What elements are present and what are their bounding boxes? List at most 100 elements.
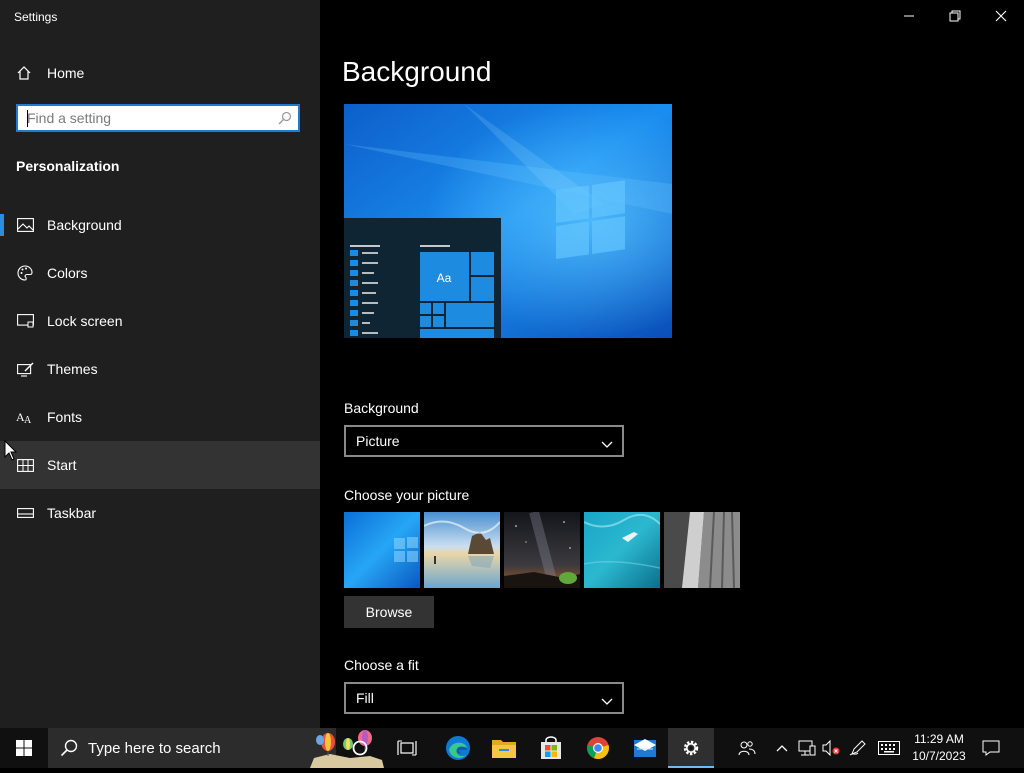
sidebar-item-label: Lock screen	[47, 313, 123, 329]
task-view-icon	[397, 740, 417, 756]
minimize-button[interactable]	[886, 0, 932, 32]
taskbar: Type here to search 11:29 AM 10/7/2023	[0, 728, 1024, 768]
picture-thumb-rock-cliff[interactable]	[664, 512, 740, 588]
picture-icon	[16, 218, 34, 232]
desktop-preview: Aa	[344, 104, 672, 338]
window-controls	[886, 0, 1024, 32]
network-button[interactable]	[797, 728, 817, 768]
start-layout-icon	[16, 458, 34, 472]
edge-button[interactable]	[435, 728, 481, 768]
find-setting-search[interactable]	[16, 104, 300, 132]
store-icon	[541, 736, 561, 759]
taskbar-search-text: Type here to search	[88, 740, 221, 757]
show-hidden-icons-button[interactable]	[775, 728, 789, 768]
sidebar-item-themes[interactable]: Themes	[0, 345, 320, 393]
folder-icon	[492, 740, 516, 758]
background-type-dropdown[interactable]: Picture	[344, 425, 624, 457]
section-title: Personalization	[16, 158, 120, 174]
picture-thumbnails	[344, 512, 740, 588]
sidebar-item-label: Colors	[47, 265, 88, 281]
choose-fit-label: Choose a fit	[344, 657, 419, 673]
task-view-button[interactable]	[384, 728, 430, 768]
file-explorer-button[interactable]	[481, 728, 527, 768]
sidebar-item-fonts[interactable]: AA Fonts	[0, 393, 320, 441]
selection-indicator	[0, 214, 4, 236]
windows-logo-icon	[16, 740, 32, 756]
taskbar-icon	[16, 508, 34, 518]
volume-muted-icon	[822, 740, 840, 756]
personalization-nav: Background Colors Lock screen Themes AA …	[0, 201, 320, 537]
background-label: Background	[344, 400, 419, 416]
store-button[interactable]	[528, 728, 574, 768]
themes-icon	[16, 362, 34, 377]
touch-keyboard-button[interactable]	[877, 728, 901, 768]
chevron-up-icon	[776, 745, 788, 752]
sidebar-item-colors[interactable]: Colors	[0, 249, 320, 297]
cortana-icon	[352, 740, 368, 756]
picture-thumb-windows-blue[interactable]	[344, 512, 420, 588]
window-title: Settings	[14, 10, 58, 24]
preview-tile-text: Aa	[437, 271, 452, 285]
people-icon	[738, 741, 756, 756]
edge-icon	[446, 736, 470, 760]
cortana-button[interactable]	[337, 728, 383, 768]
chevron-down-icon	[601, 693, 613, 709]
sidebar-item-label: Background	[47, 217, 122, 233]
restore-button[interactable]	[932, 0, 978, 32]
home-label: Home	[47, 65, 85, 81]
sidebar-item-background[interactable]: Background	[0, 201, 320, 249]
svg-text:A: A	[24, 415, 32, 424]
mail-icon	[634, 739, 656, 757]
sidebar-item-taskbar[interactable]: Taskbar	[0, 489, 320, 537]
network-icon	[798, 740, 816, 756]
minimize-icon	[904, 15, 914, 17]
clock-time: 11:29 AM	[914, 732, 964, 746]
choose-picture-label: Choose your picture	[344, 487, 470, 503]
taskbar-clock[interactable]: 11:29 AM 10/7/2023	[904, 731, 974, 765]
browse-button[interactable]: Browse	[344, 596, 434, 628]
fonts-icon: AA	[16, 410, 34, 424]
pen-icon	[849, 740, 866, 756]
chrome-icon	[587, 737, 609, 760]
mouse-cursor-icon	[4, 439, 18, 467]
sidebar-item-lock-screen[interactable]: Lock screen	[0, 297, 320, 345]
taskbar-search-box[interactable]: Type here to search	[48, 728, 384, 768]
people-button[interactable]	[736, 728, 758, 768]
picture-thumb-beach-rocks[interactable]	[424, 512, 500, 588]
close-icon	[995, 10, 1007, 22]
palette-icon	[16, 265, 34, 281]
sidebar-item-start[interactable]: Start	[0, 441, 320, 489]
chrome-button[interactable]	[575, 728, 621, 768]
mail-button[interactable]	[622, 728, 668, 768]
notification-icon	[982, 740, 1000, 756]
keyboard-icon	[878, 741, 900, 755]
home-icon	[16, 65, 34, 81]
settings-taskbar-button[interactable]	[668, 728, 714, 768]
settings-sidebar: Settings Home Personalization Background…	[0, 0, 320, 728]
background-type-value: Picture	[356, 433, 400, 449]
sidebar-item-label: Start	[47, 457, 77, 473]
restore-icon	[949, 10, 961, 22]
start-button[interactable]	[0, 728, 48, 768]
sidebar-item-label: Fonts	[47, 409, 83, 425]
pen-workspace-button[interactable]	[848, 728, 868, 768]
clock-date: 10/7/2023	[912, 749, 966, 763]
chevron-down-icon	[601, 436, 613, 452]
sidebar-item-label: Taskbar	[47, 505, 97, 521]
fit-dropdown[interactable]: Fill	[344, 682, 624, 714]
volume-button[interactable]	[821, 728, 841, 768]
find-setting-input[interactable]	[18, 106, 267, 130]
action-center-button[interactable]	[980, 728, 1002, 768]
picture-thumb-night-sky[interactable]	[504, 512, 580, 588]
gear-icon	[683, 740, 699, 756]
picture-thumb-underwater-swimmer[interactable]	[584, 512, 660, 588]
fit-value: Fill	[356, 690, 374, 706]
search-icon[interactable]	[278, 111, 292, 130]
home-link[interactable]: Home	[16, 62, 84, 84]
lock-screen-icon	[16, 314, 34, 328]
page-title: Background	[342, 56, 492, 87]
sidebar-item-label: Themes	[47, 361, 98, 377]
close-button[interactable]	[978, 0, 1024, 32]
search-icon	[60, 739, 78, 762]
text-caret	[27, 110, 28, 127]
